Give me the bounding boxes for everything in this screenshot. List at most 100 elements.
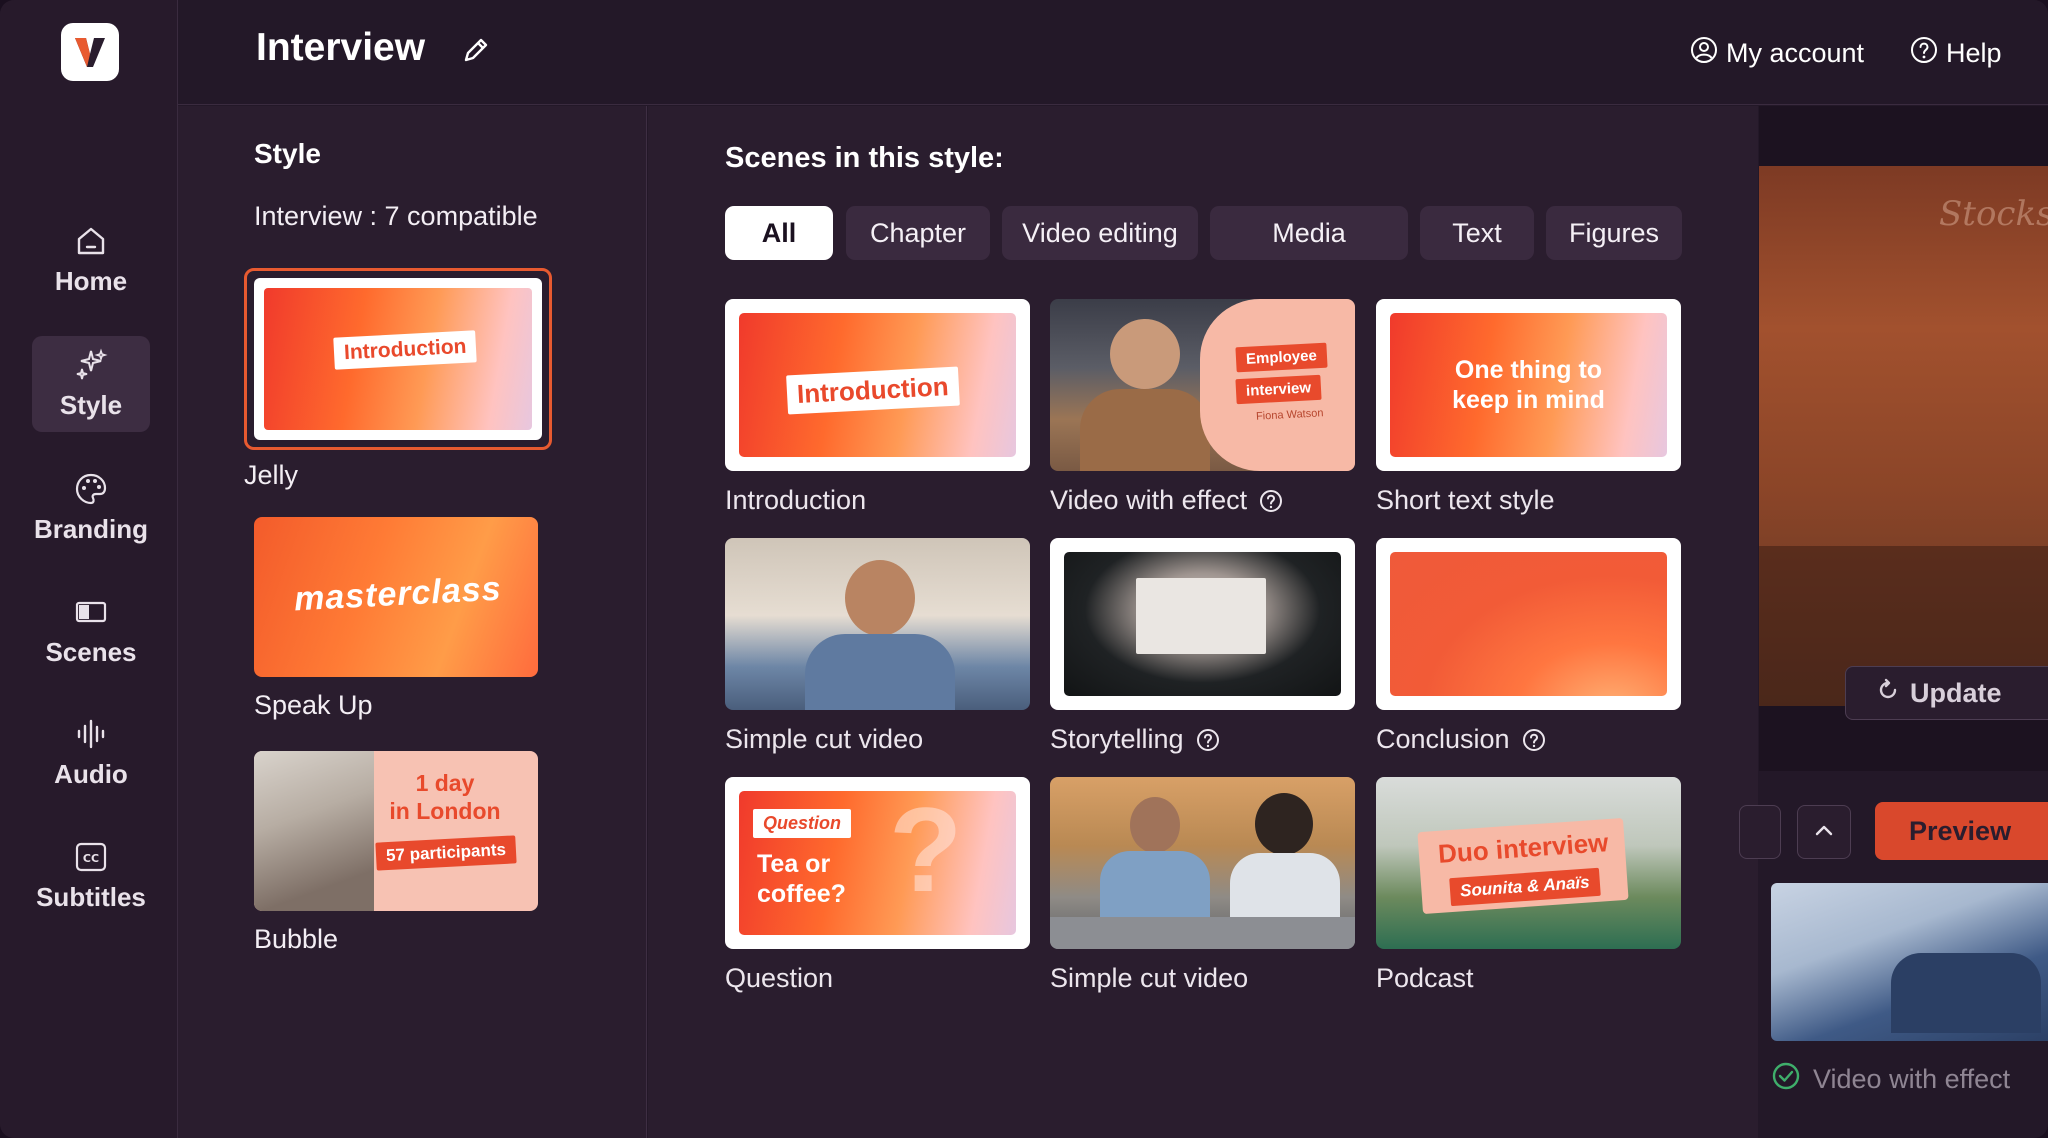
question-tag: Question: [753, 809, 852, 838]
scene-label: Storytelling: [1050, 724, 1184, 754]
scene-thumb: [1050, 777, 1355, 949]
scenes-panel: Scenes in this style: All Chapter Video …: [648, 106, 1758, 1138]
pencil-icon[interactable]: [460, 34, 492, 66]
scene-card-conclusion[interactable]: Conclusion: [1376, 538, 1681, 755]
person-body: [1080, 389, 1210, 471]
mini-person: [1891, 953, 2041, 1033]
nav-style-label: Style: [59, 389, 123, 420]
style-thumb-bubble-photo: [254, 751, 374, 911]
scene-card-podcast[interactable]: Duo interview Sounita & Anaïs Podcast: [1376, 777, 1681, 994]
scene-label: Question: [725, 963, 834, 993]
compatible-count: Interview : 7 compatible: [254, 201, 538, 231]
nav-branding[interactable]: Branding: [32, 460, 150, 556]
scene-card-question[interactable]: ? Question Tea or coffee? Question: [725, 777, 1030, 994]
scene-thumb-text: Introduction: [786, 366, 960, 415]
sparkles-icon: [74, 347, 108, 382]
effect-line-1: Employee: [1235, 342, 1328, 373]
scene-card-short-text-style[interactable]: One thing to keep in mind Short text sty…: [1376, 299, 1681, 516]
scene-thumb: Introduction: [725, 299, 1030, 471]
scene-card-simple-cut-video[interactable]: Simple cut video: [725, 538, 1030, 755]
scene-label: Conclusion: [1376, 724, 1510, 754]
my-account-link[interactable]: My account: [1690, 36, 1864, 71]
help-circle-icon[interactable]: [1196, 728, 1220, 752]
app-window: Home Style Branding Scenes Audio CC Subt…: [0, 0, 2048, 1138]
style-thumb-jelly-text: Introduction: [333, 330, 478, 370]
nav-audio[interactable]: Audio: [32, 705, 150, 801]
style-name-jelly: Jelly: [244, 460, 299, 490]
scenes-icon: [74, 595, 108, 629]
person-right-body: [1230, 853, 1340, 923]
help-circle-icon[interactable]: [1522, 728, 1546, 752]
person-left-body: [1100, 851, 1210, 921]
question-mark-glyph: ?: [889, 791, 963, 917]
scene-card-introduction[interactable]: Introduction Introduction: [725, 299, 1030, 516]
bubble-line-3: 57 participants: [375, 835, 517, 871]
nav-scenes[interactable]: Scenes: [32, 583, 150, 679]
scenes-title: Scenes in this style:: [725, 142, 1004, 174]
style-name-bubble: Bubble: [254, 924, 339, 954]
person-right: [1255, 793, 1313, 855]
effect-line-3: Fiona Watson: [1255, 407, 1324, 423]
scene-thumb-text: One thing to keep in mind: [1452, 356, 1605, 414]
scene-label: Simple cut video: [1050, 963, 1249, 993]
style-card-speak-up[interactable]: masterclass: [254, 517, 538, 677]
preview-button[interactable]: Preview: [1875, 802, 2048, 860]
sofa: [1050, 917, 1355, 949]
left-nav: Home Style Branding Scenes Audio CC Subt…: [0, 0, 178, 1138]
style-name-speak-up: Speak Up: [254, 690, 373, 720]
update-button[interactable]: Update: [1845, 666, 2048, 720]
scene-label: Short text style: [1376, 485, 1555, 515]
style-panel-title: Style: [254, 138, 321, 169]
person-body: [805, 634, 955, 710]
scene-card-video-with-effect[interactable]: Employee interview Fiona Watson Video wi…: [1050, 299, 1355, 516]
scene-card-storytelling[interactable]: Storytelling: [1050, 538, 1355, 755]
filter-media[interactable]: Media: [1210, 206, 1408, 260]
help-link[interactable]: Help: [1910, 36, 2002, 71]
nav-style[interactable]: Style: [32, 336, 150, 432]
style-thumb-jelly: Introduction: [264, 288, 532, 430]
scene-label: Video with effect: [1050, 485, 1248, 515]
filter-all[interactable]: All: [725, 206, 833, 260]
style-card-jelly[interactable]: Introduction: [244, 268, 552, 450]
scene-thumb-text: Tea or coffee?: [757, 850, 846, 908]
style-card-bubble[interactable]: 1 day in London 57 participants: [254, 751, 538, 911]
previous-button[interactable]: [1739, 805, 1781, 859]
chevron-up-icon: [1812, 818, 1836, 847]
help-circle-icon[interactable]: [1259, 489, 1283, 513]
preview-column: Stocksy Update Preview: [1739, 106, 2048, 1138]
user-circle-icon: [1690, 36, 1718, 71]
current-scene-label: Video with effect: [1813, 1064, 2011, 1094]
scene-card-simple-cut-video-2[interactable]: Simple cut video: [1050, 777, 1355, 994]
style-panel: Style Interview : 7 compatible Introduct…: [178, 106, 647, 1138]
current-scene-thumb[interactable]: [1771, 883, 2048, 1041]
filter-figures[interactable]: Figures: [1546, 206, 1682, 260]
person-left: [1130, 797, 1180, 853]
cc-icon: CC: [74, 840, 108, 874]
refresh-icon: [1876, 678, 1900, 709]
my-account-label: My account: [1726, 38, 1865, 68]
bubble-line-1: 1 day: [415, 770, 475, 796]
collapse-button[interactable]: [1797, 805, 1851, 859]
person-silhouette: [845, 560, 915, 636]
scene-label: Simple cut video: [725, 724, 924, 754]
filter-chapter[interactable]: Chapter: [846, 206, 990, 260]
svg-text:CC: CC: [83, 852, 99, 865]
top-bar: Interview My account Help: [178, 0, 2048, 105]
scene-thumb: ? Question Tea or coffee?: [725, 777, 1030, 949]
timeline-area: Preview Video with effect: [1739, 771, 2048, 1138]
scene-label: Podcast: [1376, 963, 1474, 993]
nav-subtitles-label: Subtitles: [36, 881, 146, 912]
nav-subtitles[interactable]: CC Subtitles: [32, 828, 150, 924]
nav-scenes-label: Scenes: [45, 636, 137, 667]
nav-home-label: Home: [54, 265, 128, 296]
filter-video-editing[interactable]: Video editing: [1002, 206, 1198, 260]
nav-branding-label: Branding: [33, 513, 149, 544]
app-logo[interactable]: [61, 23, 119, 81]
scene-thumb: Employee interview Fiona Watson: [1050, 299, 1355, 471]
check-circle-icon: [1771, 1061, 1801, 1098]
help-label: Help: [1946, 38, 2002, 68]
scene-thumb: [1376, 538, 1681, 710]
watermark-text: Stocksy: [1939, 194, 2048, 234]
filter-text[interactable]: Text: [1420, 206, 1534, 260]
nav-home[interactable]: Home: [32, 212, 150, 308]
